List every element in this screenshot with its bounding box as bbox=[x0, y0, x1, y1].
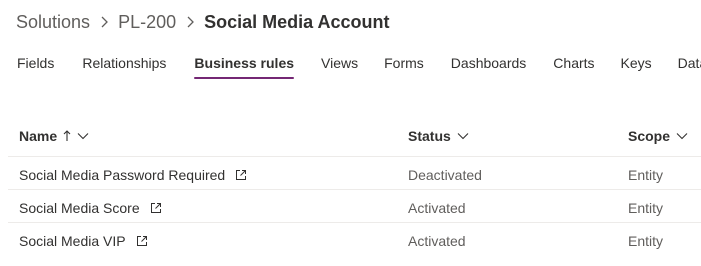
chevron-down-icon bbox=[676, 132, 688, 140]
scope-cell: Entity bbox=[628, 167, 664, 183]
name-cell: Social Media Password Required bbox=[19, 166, 247, 184]
chevron-right-icon bbox=[99, 15, 109, 29]
status-cell: Activated bbox=[408, 200, 466, 216]
tab-fields[interactable]: Fields bbox=[17, 53, 54, 79]
column-header-name[interactable]: Name bbox=[19, 126, 89, 146]
column-header-name-label: Name bbox=[19, 128, 58, 144]
table-row[interactable]: Social Media Score Activated Entity bbox=[8, 190, 701, 223]
scope-cell: Entity bbox=[628, 200, 664, 216]
business-rule-name-link[interactable]: Social Media Score bbox=[19, 200, 140, 216]
tab-charts[interactable]: Charts bbox=[553, 53, 594, 79]
open-in-new-window-icon[interactable] bbox=[136, 235, 148, 247]
tab-business-rules[interactable]: Business rules bbox=[194, 53, 294, 79]
tab-keys[interactable]: Keys bbox=[621, 53, 652, 79]
status-cell: Activated bbox=[408, 233, 466, 249]
column-header-scope[interactable]: Scope bbox=[628, 126, 688, 146]
tab-dashboards[interactable]: Dashboards bbox=[451, 53, 527, 79]
chevron-down-icon bbox=[77, 132, 89, 140]
status-cell: Deactivated bbox=[408, 167, 482, 183]
breadcrumb: Solutions PL-200 Social Media Account bbox=[16, 9, 389, 35]
business-rule-name-link[interactable]: Social Media Password Required bbox=[19, 167, 225, 183]
table-row[interactable]: Social Media VIP Activated Entity bbox=[8, 223, 701, 256]
business-rules-grid: Name Status Scope Social Media Password … bbox=[8, 120, 701, 256]
page-title: Social Media Account bbox=[204, 11, 390, 32]
column-header-scope-label: Scope bbox=[628, 128, 671, 144]
tab-relationships[interactable]: Relationships bbox=[82, 53, 166, 79]
open-in-new-window-icon[interactable] bbox=[150, 202, 162, 214]
open-in-new-window-icon[interactable] bbox=[235, 169, 247, 181]
name-cell: Social Media Score bbox=[19, 199, 162, 217]
chevron-right-icon bbox=[185, 15, 195, 29]
grid-header: Name Status Scope bbox=[8, 120, 701, 157]
tab-data[interactable]: Data bbox=[678, 53, 701, 79]
column-header-status-label: Status bbox=[408, 128, 451, 144]
breadcrumb-item-solution[interactable]: PL-200 bbox=[118, 12, 176, 33]
chevron-down-icon bbox=[457, 132, 469, 140]
tab-views[interactable]: Views bbox=[321, 53, 358, 79]
tab-forms[interactable]: Forms bbox=[384, 53, 424, 79]
column-header-status[interactable]: Status bbox=[408, 126, 469, 146]
business-rule-name-link[interactable]: Social Media VIP bbox=[19, 233, 126, 249]
scope-cell: Entity bbox=[628, 233, 664, 249]
sort-ascending-icon bbox=[63, 130, 71, 142]
table-row[interactable]: Social Media Password Required Deactivat… bbox=[8, 157, 701, 190]
business-rules-page: Solutions PL-200 Social Media Account Fi… bbox=[0, 0, 701, 266]
breadcrumb-item-solutions[interactable]: Solutions bbox=[16, 12, 90, 33]
name-cell: Social Media VIP bbox=[19, 232, 148, 250]
entity-tabs: Fields Relationships Business rules View… bbox=[17, 53, 701, 79]
